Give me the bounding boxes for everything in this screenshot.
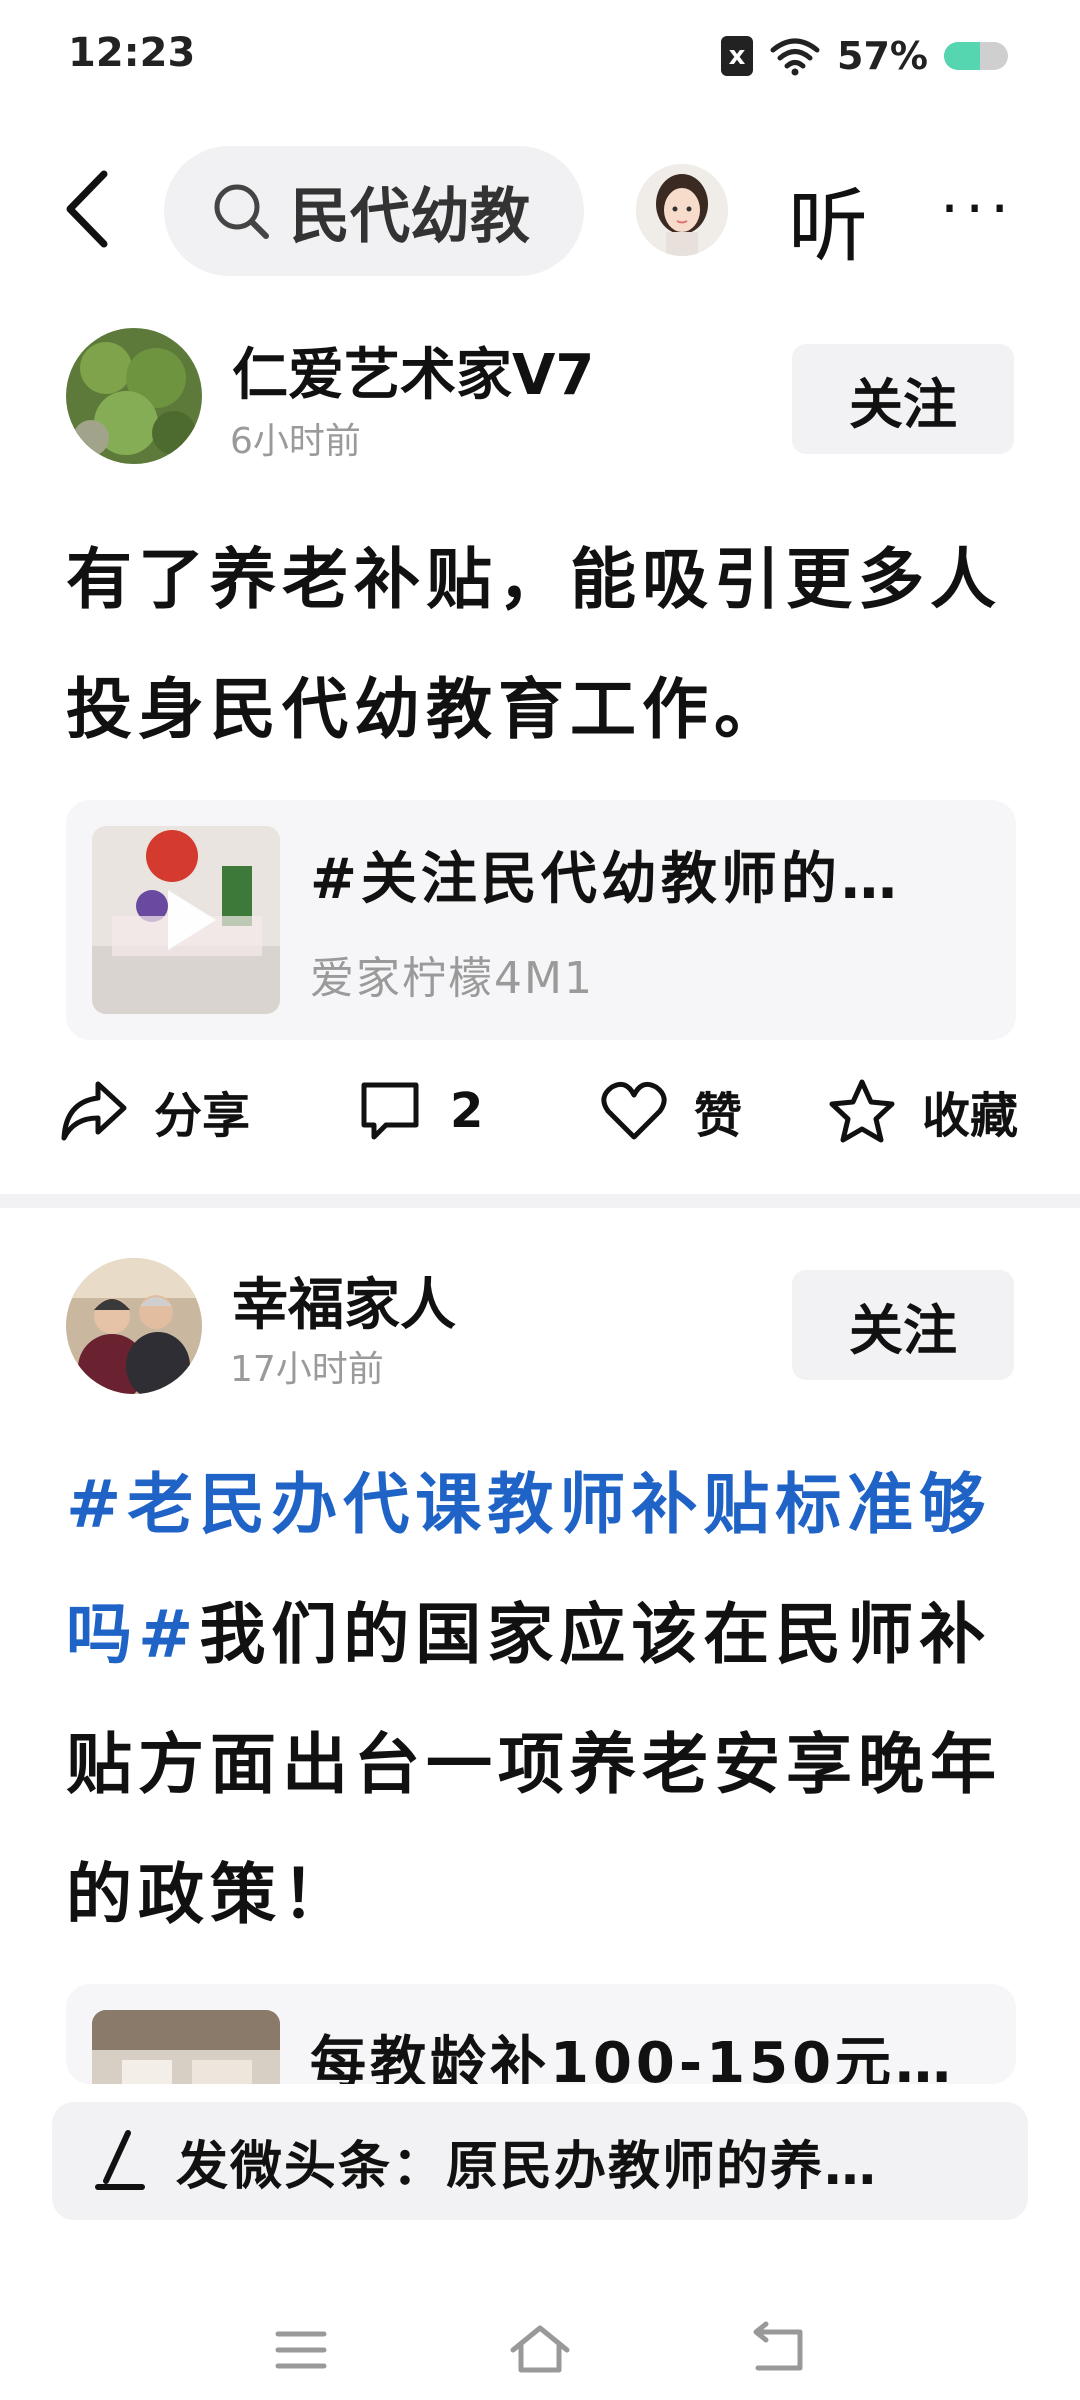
post-divider: [0, 1194, 1080, 1208]
battery-level: [944, 42, 981, 70]
search-input[interactable]: 民代幼教: [164, 146, 584, 276]
pen-icon: [95, 2130, 145, 2190]
linked-article-card[interactable]: 每教龄补100-150元…: [66, 1984, 1016, 2084]
system-nav-bar: [0, 2290, 1080, 2400]
author-avatar[interactable]: [66, 1258, 202, 1394]
author-name[interactable]: 幸福家人: [232, 1260, 456, 1341]
favorite-label: 收藏: [922, 1088, 1019, 1144]
follow-button[interactable]: 关注: [792, 1270, 1014, 1380]
status-icons: x 57%: [721, 34, 1008, 78]
author-name[interactable]: 仁爱艺术家V7: [232, 330, 594, 411]
status-time: 12:23: [68, 30, 196, 76]
like-label: 赞: [694, 1088, 743, 1144]
search-icon: [214, 184, 269, 239]
post-time: 17小时前: [230, 1349, 384, 1390]
menu-icon[interactable]: [266, 2320, 336, 2380]
video-thumbnail-image: [92, 2010, 280, 2084]
battery-percent: 57%: [837, 34, 928, 78]
share-label: 分享: [154, 1088, 251, 1144]
post-actions: 分享 2 赞 收藏: [0, 1056, 1080, 1166]
video-thumbnail[interactable]: [92, 2010, 280, 2084]
couple-avatar-icon: [66, 1258, 202, 1394]
status-bar: 12:23 x 57%: [0, 0, 1080, 120]
plant-avatar-icon: [66, 328, 202, 464]
card-title: 每教龄补100-150元…: [310, 2031, 956, 2084]
comment-icon: [361, 1082, 419, 1140]
star-icon: [829, 1079, 895, 1143]
video-thumbnail-image: [92, 826, 280, 1014]
card-title: #关注民代幼教师的…: [310, 847, 901, 912]
heart-icon: [601, 1081, 667, 1140]
compose-text: 发微头条：原民办教师的养…: [176, 2136, 879, 2197]
avatar-portrait-icon: [636, 164, 728, 256]
comment-button[interactable]: 2: [356, 1056, 483, 1166]
author-avatar[interactable]: [66, 328, 202, 464]
video-thumbnail[interactable]: [92, 826, 280, 1014]
more-button[interactable]: ···: [940, 174, 1015, 244]
post-time: 6小时前: [230, 421, 361, 462]
card-subtitle: 爱家柠檬4M1: [310, 953, 594, 1004]
post-text[interactable]: #老民办代课教师补贴标准够吗#我们的国家应该在民师补贴方面出台一项养老安享晚年的…: [66, 1440, 1026, 1960]
like-button[interactable]: 赞: [600, 1056, 742, 1166]
search-query: 民代幼教: [290, 181, 530, 252]
home-icon[interactable]: [505, 2320, 575, 2380]
back-arrow-icon[interactable]: [52, 164, 122, 254]
share-button[interactable]: 分享: [58, 1056, 250, 1166]
post-text[interactable]: 有了养老补贴，能吸引更多人投身民代幼教育工作。: [66, 515, 1026, 775]
listen-button[interactable]: 听: [788, 162, 868, 278]
comment-count: 2: [450, 1083, 484, 1139]
top-nav: 民代幼教 听 ···: [0, 140, 1080, 280]
linked-article-card[interactable]: #关注民代幼教师的… 爱家柠檬4M1: [66, 800, 1016, 1040]
user-avatar[interactable]: [636, 164, 728, 256]
wifi-icon: [770, 38, 820, 76]
favorite-button[interactable]: 收藏: [828, 1056, 1018, 1166]
follow-button[interactable]: 关注: [792, 344, 1014, 454]
post-body: 我们的国家应该在民师补贴方面出台一项养老安享晚年的政策！: [66, 1596, 1002, 1933]
battery-icon: [944, 42, 1008, 70]
sim-badge-icon: x: [721, 36, 754, 76]
return-icon[interactable]: [744, 2320, 814, 2380]
share-icon: [61, 1081, 127, 1141]
compose-bar[interactable]: 发微头条：原民办教师的养…: [52, 2102, 1028, 2220]
